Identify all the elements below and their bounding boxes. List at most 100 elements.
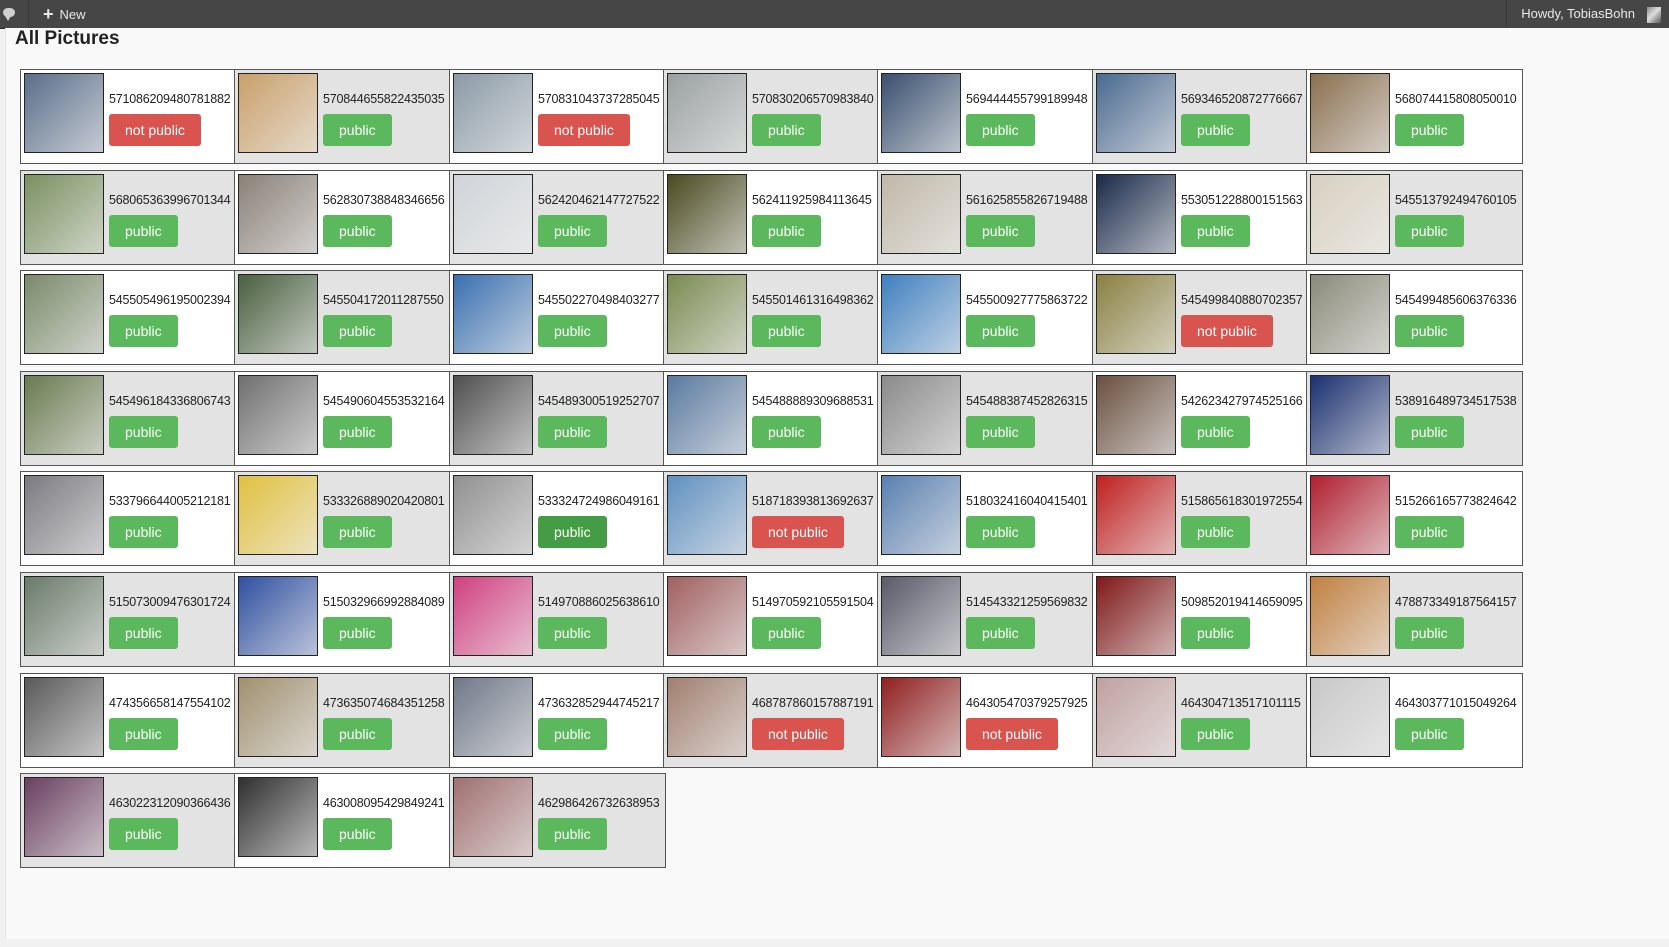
picture-thumbnail[interactable] xyxy=(453,677,533,757)
public-toggle-button[interactable]: public xyxy=(109,617,178,649)
picture-thumbnail[interactable] xyxy=(24,475,104,555)
public-toggle-button[interactable]: public xyxy=(1395,416,1464,448)
public-toggle-button[interactable]: public xyxy=(323,516,392,548)
picture-thumbnail[interactable] xyxy=(667,174,747,254)
picture-thumbnail[interactable] xyxy=(1096,677,1176,757)
public-toggle-button[interactable]: public xyxy=(1395,718,1464,750)
picture-thumbnail[interactable] xyxy=(238,73,318,153)
public-toggle-button[interactable]: public xyxy=(1181,516,1250,548)
public-toggle-button[interactable]: public xyxy=(966,114,1035,146)
picture-thumbnail[interactable] xyxy=(24,73,104,153)
public-toggle-button[interactable]: public xyxy=(752,315,821,347)
avatar[interactable] xyxy=(1647,7,1661,23)
public-toggle-button[interactable]: public xyxy=(1181,416,1250,448)
public-toggle-button[interactable]: public xyxy=(323,114,392,146)
picture-thumbnail[interactable] xyxy=(1096,576,1176,656)
public-toggle-button[interactable]: public xyxy=(752,416,821,448)
public-toggle-button[interactable]: public xyxy=(323,215,392,247)
public-toggle-button[interactable]: public xyxy=(538,516,607,548)
new-content-button[interactable]: + New xyxy=(43,5,86,23)
picture-thumbnail[interactable] xyxy=(1310,375,1390,455)
public-toggle-button[interactable]: public xyxy=(1181,215,1250,247)
picture-thumbnail[interactable] xyxy=(881,73,961,153)
public-toggle-button[interactable]: public xyxy=(538,718,607,750)
not-public-toggle-button[interactable]: not public xyxy=(752,718,844,750)
picture-thumbnail[interactable] xyxy=(24,375,104,455)
public-toggle-button[interactable]: public xyxy=(1181,114,1250,146)
public-toggle-button[interactable]: public xyxy=(1181,718,1250,750)
picture-thumbnail[interactable] xyxy=(881,475,961,555)
picture-thumbnail[interactable] xyxy=(667,576,747,656)
picture-thumbnail[interactable] xyxy=(24,777,104,857)
picture-thumbnail[interactable] xyxy=(453,576,533,656)
picture-thumbnail[interactable] xyxy=(24,677,104,757)
picture-thumbnail[interactable] xyxy=(1096,174,1176,254)
public-toggle-button[interactable]: public xyxy=(323,416,392,448)
picture-thumbnail[interactable] xyxy=(1096,274,1176,354)
public-toggle-button[interactable]: public xyxy=(538,617,607,649)
picture-thumbnail[interactable] xyxy=(24,576,104,656)
picture-thumbnail[interactable] xyxy=(238,375,318,455)
public-toggle-button[interactable]: public xyxy=(109,718,178,750)
public-toggle-button[interactable]: public xyxy=(109,416,178,448)
picture-thumbnail[interactable] xyxy=(24,274,104,354)
picture-thumbnail[interactable] xyxy=(667,274,747,354)
picture-thumbnail[interactable] xyxy=(667,375,747,455)
public-toggle-button[interactable]: public xyxy=(109,818,178,850)
not-public-toggle-button[interactable]: not public xyxy=(109,114,201,146)
user-greeting[interactable]: Howdy, TobiasBohn xyxy=(1506,0,1635,28)
not-public-toggle-button[interactable]: not public xyxy=(966,718,1058,750)
picture-thumbnail[interactable] xyxy=(881,274,961,354)
public-toggle-button[interactable]: public xyxy=(1395,315,1464,347)
picture-thumbnail[interactable] xyxy=(881,174,961,254)
not-public-toggle-button[interactable]: not public xyxy=(1181,315,1273,347)
picture-thumbnail[interactable] xyxy=(1310,475,1390,555)
public-toggle-button[interactable]: public xyxy=(752,114,821,146)
picture-thumbnail[interactable] xyxy=(453,375,533,455)
picture-thumbnail[interactable] xyxy=(453,274,533,354)
public-toggle-button[interactable]: public xyxy=(323,718,392,750)
picture-thumbnail[interactable] xyxy=(667,475,747,555)
picture-thumbnail[interactable] xyxy=(453,174,533,254)
public-toggle-button[interactable]: public xyxy=(752,617,821,649)
picture-thumbnail[interactable] xyxy=(1310,73,1390,153)
picture-thumbnail[interactable] xyxy=(1096,475,1176,555)
picture-thumbnail[interactable] xyxy=(238,677,318,757)
public-toggle-button[interactable]: public xyxy=(109,215,178,247)
public-toggle-button[interactable]: public xyxy=(1181,617,1250,649)
picture-thumbnail[interactable] xyxy=(1310,576,1390,656)
picture-thumbnail[interactable] xyxy=(1096,73,1176,153)
picture-thumbnail[interactable] xyxy=(1310,274,1390,354)
public-toggle-button[interactable]: public xyxy=(323,617,392,649)
picture-thumbnail[interactable] xyxy=(453,475,533,555)
public-toggle-button[interactable]: public xyxy=(109,516,178,548)
picture-thumbnail[interactable] xyxy=(1310,677,1390,757)
picture-thumbnail[interactable] xyxy=(1310,174,1390,254)
public-toggle-button[interactable]: public xyxy=(323,315,392,347)
picture-thumbnail[interactable] xyxy=(238,274,318,354)
public-toggle-button[interactable]: public xyxy=(538,215,607,247)
public-toggle-button[interactable]: public xyxy=(966,617,1035,649)
public-toggle-button[interactable]: public xyxy=(966,516,1035,548)
public-toggle-button[interactable]: public xyxy=(538,315,607,347)
picture-thumbnail[interactable] xyxy=(453,73,533,153)
public-toggle-button[interactable]: public xyxy=(1395,516,1464,548)
public-toggle-button[interactable]: public xyxy=(966,215,1035,247)
public-toggle-button[interactable]: public xyxy=(538,818,607,850)
public-toggle-button[interactable]: public xyxy=(538,416,607,448)
not-public-toggle-button[interactable]: not public xyxy=(538,114,630,146)
picture-thumbnail[interactable] xyxy=(667,677,747,757)
picture-thumbnail[interactable] xyxy=(238,475,318,555)
picture-thumbnail[interactable] xyxy=(453,777,533,857)
public-toggle-button[interactable]: public xyxy=(966,315,1035,347)
comments-icon[interactable] xyxy=(3,8,15,21)
picture-thumbnail[interactable] xyxy=(1096,375,1176,455)
picture-thumbnail[interactable] xyxy=(881,576,961,656)
not-public-toggle-button[interactable]: not public xyxy=(752,516,844,548)
public-toggle-button[interactable]: public xyxy=(1395,114,1464,146)
picture-thumbnail[interactable] xyxy=(881,375,961,455)
picture-thumbnail[interactable] xyxy=(238,777,318,857)
public-toggle-button[interactable]: public xyxy=(966,416,1035,448)
picture-thumbnail[interactable] xyxy=(881,677,961,757)
public-toggle-button[interactable]: public xyxy=(1395,617,1464,649)
